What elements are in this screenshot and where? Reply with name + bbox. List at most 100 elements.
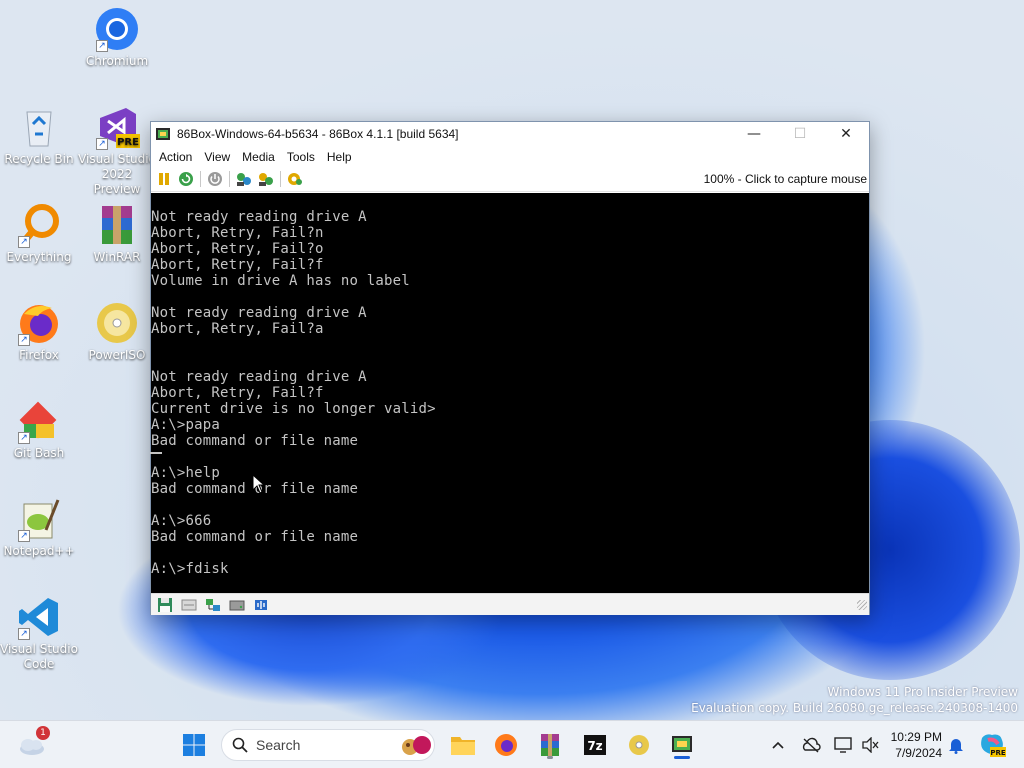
svg-text:PRE: PRE (117, 137, 139, 148)
chevron-up-icon (772, 741, 784, 749)
poweriso-icon (94, 300, 140, 346)
desktop-icon-everything[interactable]: ↗ Everything (0, 202, 78, 265)
desktop-icon-poweriso[interactable]: PowerISO (78, 300, 156, 363)
network-icon[interactable] (201, 595, 225, 615)
bell-icon (949, 739, 963, 754)
search-placeholder: Search (256, 737, 301, 753)
86box-app-icon (155, 126, 171, 142)
start-icon (183, 734, 205, 756)
taskbar-86box[interactable] (666, 729, 698, 761)
running-indicator (547, 756, 553, 759)
cdrom-drive-icon[interactable] (177, 595, 201, 615)
resize-grip[interactable] (857, 599, 867, 610)
clock-time: 10:29 PM (890, 730, 942, 744)
chromium-icon: ↗ (94, 6, 140, 52)
clock-date: 7/9/2024 (895, 746, 942, 760)
copilot-button[interactable]: PRE (976, 729, 1008, 761)
mouse-pointer-icon (252, 473, 266, 498)
winrar-icon (94, 202, 140, 248)
windows-watermark: Windows 11 Pro Insider Preview Evaluatio… (691, 684, 1018, 716)
winrar-icon (541, 734, 559, 756)
menu-help[interactable]: Help (321, 150, 358, 164)
desktop-icon-git-bash[interactable]: ↗ Git Bash (0, 398, 78, 461)
desktop-icon-visual-studio[interactable]: PRE ↗ Visual Studio 2022 Preview (78, 104, 156, 197)
7zip-icon: 7z (584, 735, 606, 755)
text-cursor (150, 452, 162, 454)
desktop-icon-label: Visual Studio 2022 Preview (78, 152, 156, 196)
svg-text:7z: 7z (587, 739, 602, 753)
86box-window: 86Box-Windows-64-b5634 - 86Box 4.1.1 [bu… (150, 121, 870, 615)
status-bar (151, 593, 869, 615)
weather-widget[interactable]: 1 (16, 726, 50, 761)
settings-icon[interactable] (284, 168, 306, 190)
copilot-icon: PRE (981, 734, 1006, 757)
desktop-icon-notepad-plus-plus[interactable]: ↗ Notepad++ (0, 496, 78, 559)
git-bash-icon: ↗ (16, 398, 62, 444)
tray-volume[interactable] (854, 729, 886, 761)
desktop-icon-label: Recycle Bin (4, 152, 74, 166)
menu-view[interactable]: View (198, 150, 236, 164)
visual-studio-icon: PRE ↗ (94, 104, 140, 150)
desktop-icon-chromium[interactable]: ↗ Chromium (78, 6, 156, 69)
notifications-button[interactable] (940, 729, 972, 761)
desktop-icon-label: Everything (6, 250, 72, 264)
reset-icon[interactable] (175, 168, 197, 190)
desktop-icon-label: WinRAR (93, 250, 141, 264)
recycle-bin-icon (16, 104, 62, 150)
86box-icon (672, 736, 692, 752)
menu-bar: Action View Media Tools Help (151, 146, 869, 167)
taskbar: 1 Search 7z 10:29 PM 7/9/2024 PRE (0, 720, 1024, 768)
toolbar-separator (280, 171, 281, 187)
watermark-line-2: Evaluation copy. Build 26080.ge_release.… (691, 701, 1018, 715)
desktop-icon-label: Chromium (85, 54, 149, 68)
pause-icon[interactable] (153, 168, 175, 190)
watermark-line-1: Windows 11 Pro Insider Preview (827, 685, 1018, 699)
floppy-drive-icon[interactable] (153, 595, 177, 615)
taskbar-poweriso[interactable] (623, 729, 655, 761)
ctrl-alt-del-icon[interactable] (233, 168, 255, 190)
menu-media[interactable]: Media (236, 150, 281, 164)
desktop-icon-label: Notepad++ (3, 544, 75, 558)
menu-tools[interactable]: Tools (281, 150, 321, 164)
emulator-screen[interactable]: Not ready reading drive A Abort, Retry, … (151, 193, 869, 593)
volume-icon (862, 737, 879, 753)
start-button[interactable] (178, 729, 210, 761)
ctrl-alt-esc-icon[interactable] (255, 168, 277, 190)
search-highlight-icon (402, 736, 431, 755)
minimize-button[interactable]: — (731, 122, 777, 146)
display-icon (834, 737, 852, 753)
capture-mouse-status[interactable]: 100% - Click to capture mouse (704, 172, 869, 186)
menu-action[interactable]: Action (153, 150, 198, 164)
tray-onedrive[interactable] (795, 729, 827, 761)
terminal-output: Not ready reading drive A Abort, Retry, … (151, 209, 436, 577)
hard-disk-icon[interactable] (225, 595, 249, 615)
vscode-icon: ↗ (16, 594, 62, 640)
taskbar-firefox[interactable] (490, 729, 522, 761)
search-icon (232, 737, 248, 753)
desktop-icon-recycle-bin[interactable]: Recycle Bin (0, 104, 78, 167)
close-button[interactable]: ✕ (823, 122, 869, 146)
system-clock[interactable]: 10:29 PM 7/9/2024 (884, 729, 942, 761)
taskbar-search-box[interactable]: Search (221, 729, 435, 761)
desktop-icon-firefox[interactable]: ↗ Firefox (0, 300, 78, 363)
active-indicator (674, 756, 690, 759)
show-hidden-icons[interactable] (762, 729, 794, 761)
toolbar-separator (200, 171, 201, 187)
sound-icon[interactable] (249, 595, 273, 615)
notification-badge: 1 (36, 726, 50, 740)
desktop-icon-winrar[interactable]: WinRAR (78, 202, 156, 265)
maximize-button[interactable]: ☐ (777, 122, 823, 146)
firefox-icon (495, 734, 517, 756)
desktop-icon-label: Firefox (19, 348, 59, 362)
toolbar: 100% - Click to capture mouse (151, 167, 869, 192)
window-titlebar[interactable]: 86Box-Windows-64-b5634 - 86Box 4.1.1 [bu… (151, 122, 869, 146)
desktop-icon-vscode[interactable]: ↗ Visual Studio Code (0, 594, 78, 672)
power-icon[interactable] (204, 168, 226, 190)
window-title: 86Box-Windows-64-b5634 - 86Box 4.1.1 [bu… (177, 127, 459, 141)
onedrive-icon (802, 737, 821, 753)
taskbar-file-explorer[interactable] (447, 729, 479, 761)
taskbar-winrar[interactable] (534, 729, 566, 761)
desktop-icon-label: Git Bash (13, 446, 65, 460)
taskbar-7zip[interactable]: 7z (579, 729, 611, 761)
svg-text:PRE: PRE (990, 749, 1006, 757)
